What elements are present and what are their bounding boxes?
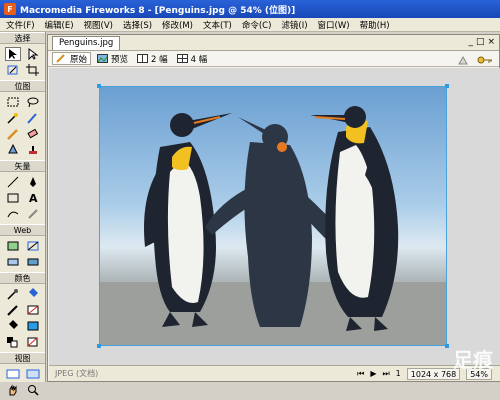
status-bar: JPEG (文档) ⏮ ▶ ⏭ 1 1024 x 768 54%	[49, 365, 500, 381]
tools-section-web: Web	[0, 224, 45, 236]
document-tab-bar: Penguins.jpg _ □ ×	[48, 35, 499, 51]
default-colors-icon[interactable]	[5, 335, 21, 349]
menu-filters[interactable]: 滤镜(I)	[281, 19, 307, 31]
hand-tool-icon[interactable]	[5, 383, 21, 397]
fireworks-app-icon: F	[4, 3, 16, 15]
eraser-tool-icon[interactable]	[25, 127, 41, 141]
selection-handle-bottom-right[interactable]	[445, 344, 449, 348]
view-2-up-button[interactable]: 2 幅	[134, 52, 171, 65]
fill-swatch-icon[interactable]	[25, 319, 41, 333]
hide-slices-icon[interactable]	[5, 255, 21, 269]
svg-text:A: A	[29, 192, 38, 204]
show-slices-icon[interactable]	[25, 255, 41, 269]
tools-section-view: 视图	[0, 352, 45, 364]
hotspot-tool-icon[interactable]	[5, 239, 21, 253]
magic-wand-tool-icon[interactable]	[5, 111, 21, 125]
penguins-illustration	[100, 106, 446, 345]
pointer-tool-icon[interactable]	[4, 47, 21, 61]
selection-handle-bottom-left[interactable]	[97, 344, 101, 348]
tools-section-vector: 矢量	[0, 160, 45, 172]
canvas-area[interactable]	[49, 68, 500, 365]
frame-number: 1	[395, 369, 401, 378]
window-controls: _ □ ×	[468, 37, 495, 47]
two-up-icon	[137, 54, 149, 63]
brush-tool-icon[interactable]	[25, 111, 41, 125]
eyedropper-tool-icon[interactable]	[5, 287, 21, 301]
first-frame-icon[interactable]: ⏮	[357, 369, 364, 379]
play-icon[interactable]: ▶	[370, 369, 376, 378]
view-4-up-button[interactable]: 4 幅	[174, 52, 211, 65]
quick-export-icon[interactable]	[457, 55, 469, 66]
lasso-tool-icon[interactable]	[25, 95, 41, 109]
view-preview-button[interactable]: 预览	[94, 52, 131, 65]
four-up-icon	[176, 54, 188, 63]
zoom-tool-icon[interactable]	[25, 383, 41, 397]
tools-panel: 选择 位图 矢量 A Web 颜色 视图	[0, 32, 46, 396]
freeform-tool-icon[interactable]	[5, 207, 21, 221]
minimize-button[interactable]: _	[468, 37, 473, 47]
fill-color-icon[interactable]	[5, 319, 21, 333]
tools-section-color: 颜色	[0, 272, 45, 284]
document-tab[interactable]: Penguins.jpg	[52, 36, 121, 50]
close-button[interactable]: ×	[487, 37, 495, 47]
standard-screen-icon[interactable]	[5, 367, 21, 381]
menu-text[interactable]: 文本(T)	[203, 19, 232, 31]
subselection-tool-icon[interactable]	[25, 47, 41, 61]
text-tool-icon[interactable]: A	[25, 191, 41, 205]
tools-section-bitmap: 位图	[0, 80, 45, 92]
view-mode-bar: 原始 预览 2 幅 4 幅	[48, 51, 499, 67]
menu-window[interactable]: 窗口(W)	[318, 19, 350, 31]
document-window: Penguins.jpg _ □ × 原始 预览 2 幅 4 幅 JPEG (文…	[47, 34, 500, 382]
stroke-swatch-icon[interactable]	[25, 303, 41, 317]
line-tool-icon[interactable]	[5, 175, 21, 189]
menu-help[interactable]: 帮助(H)	[360, 19, 390, 31]
paint-bucket-tool-icon[interactable]	[25, 287, 41, 301]
rectangle-tool-icon[interactable]	[5, 191, 21, 205]
view-original-button[interactable]: 原始	[52, 52, 92, 65]
restore-button[interactable]: □	[476, 37, 485, 47]
menu-commands[interactable]: 命令(C)	[242, 19, 272, 31]
document-type-label: JPEG (文档)	[55, 369, 99, 378]
stroke-color-icon[interactable]	[5, 303, 21, 317]
preview-icon	[97, 54, 109, 63]
menu-view[interactable]: 视图(V)	[84, 19, 113, 31]
menu-select[interactable]: 选择(S)	[123, 19, 152, 31]
last-frame-icon[interactable]: ⏭	[382, 369, 389, 379]
selection-handle-top-left[interactable]	[97, 84, 101, 88]
marquee-tool-icon[interactable]	[5, 95, 21, 109]
swap-colors-icon[interactable]	[25, 335, 41, 349]
blur-tool-icon[interactable]	[5, 143, 21, 157]
pen-tool-icon[interactable]	[25, 175, 41, 189]
penguins-image[interactable]	[99, 86, 447, 346]
slice-tool-icon[interactable]	[25, 239, 41, 253]
full-screen-menus-icon[interactable]	[25, 367, 41, 381]
title-bar: F Macromedia Fireworks 8 - [Penguins.jpg…	[0, 0, 500, 18]
watermark-text: 足痕	[453, 348, 493, 372]
knife-tool-icon[interactable]	[25, 207, 41, 221]
rubber-stamp-tool-icon[interactable]	[25, 143, 41, 157]
menu-file[interactable]: 文件(F)	[6, 19, 35, 31]
menu-edit[interactable]: 编辑(E)	[45, 19, 74, 31]
scale-tool-icon[interactable]	[5, 63, 21, 77]
selection-handle-top-right[interactable]	[445, 84, 449, 88]
pencil-tool-icon[interactable]	[5, 127, 21, 141]
crop-tool-icon[interactable]	[25, 63, 41, 77]
menu-modify[interactable]: 修改(M)	[162, 19, 193, 31]
tools-section-select: 选择	[0, 32, 45, 44]
window-title: Macromedia Fireworks 8 - [Penguins.jpg @…	[20, 5, 296, 16]
pencil-icon	[56, 54, 65, 63]
menu-bar: 文件(F) 编辑(E) 视图(V) 选择(S) 修改(M) 文本(T) 命令(C…	[0, 18, 500, 32]
key-icon[interactable]	[477, 55, 493, 66]
